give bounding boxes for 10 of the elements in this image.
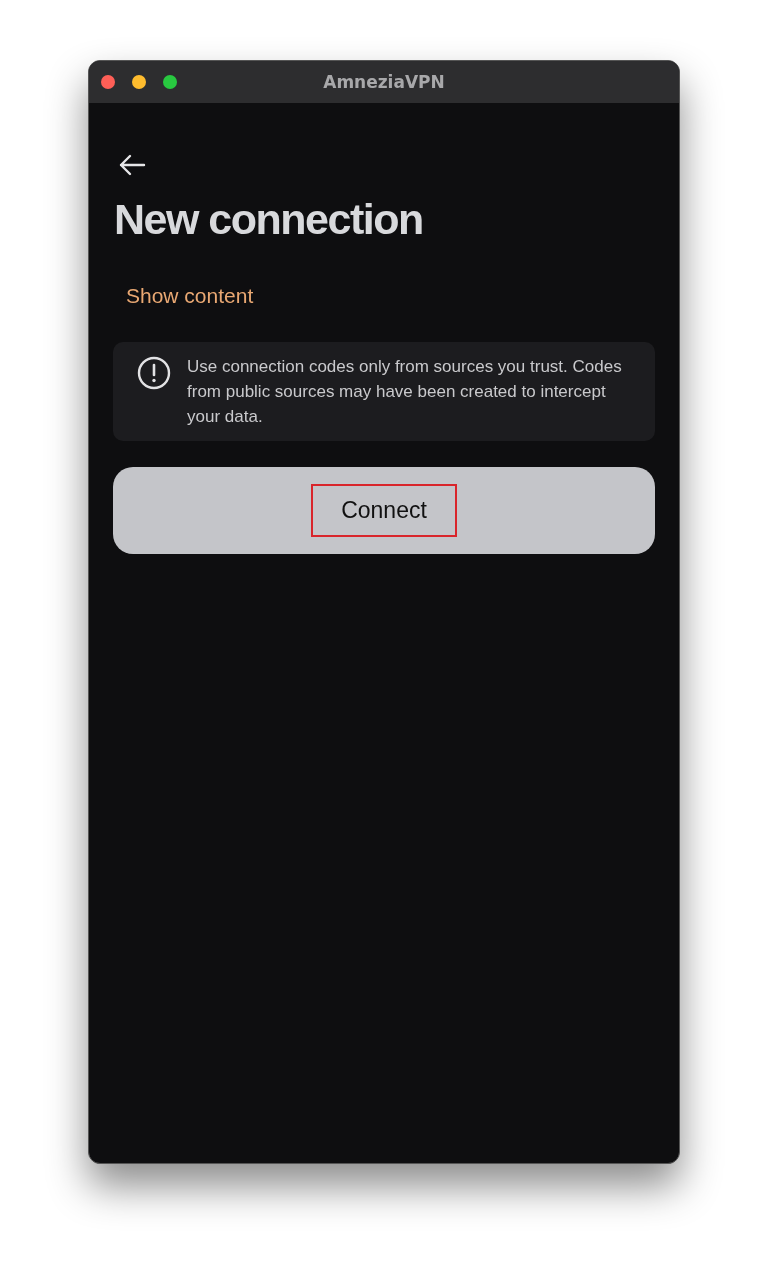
window-title: AmneziaVPN — [323, 72, 445, 92]
show-content-link[interactable]: Show content — [126, 284, 254, 307]
close-button[interactable] — [101, 75, 115, 89]
connect-button[interactable]: Connect — [113, 467, 655, 554]
back-arrow-icon[interactable] — [118, 153, 146, 177]
minimize-button[interactable] — [132, 75, 146, 89]
exclamation-icon — [137, 356, 171, 390]
notice-text: Use connection codes only from sources you trust. Codes from public sources may have been created to intercept your data. — [187, 356, 623, 428]
zoom-button[interactable] — [163, 75, 177, 89]
page-title: New connection — [114, 195, 424, 244]
